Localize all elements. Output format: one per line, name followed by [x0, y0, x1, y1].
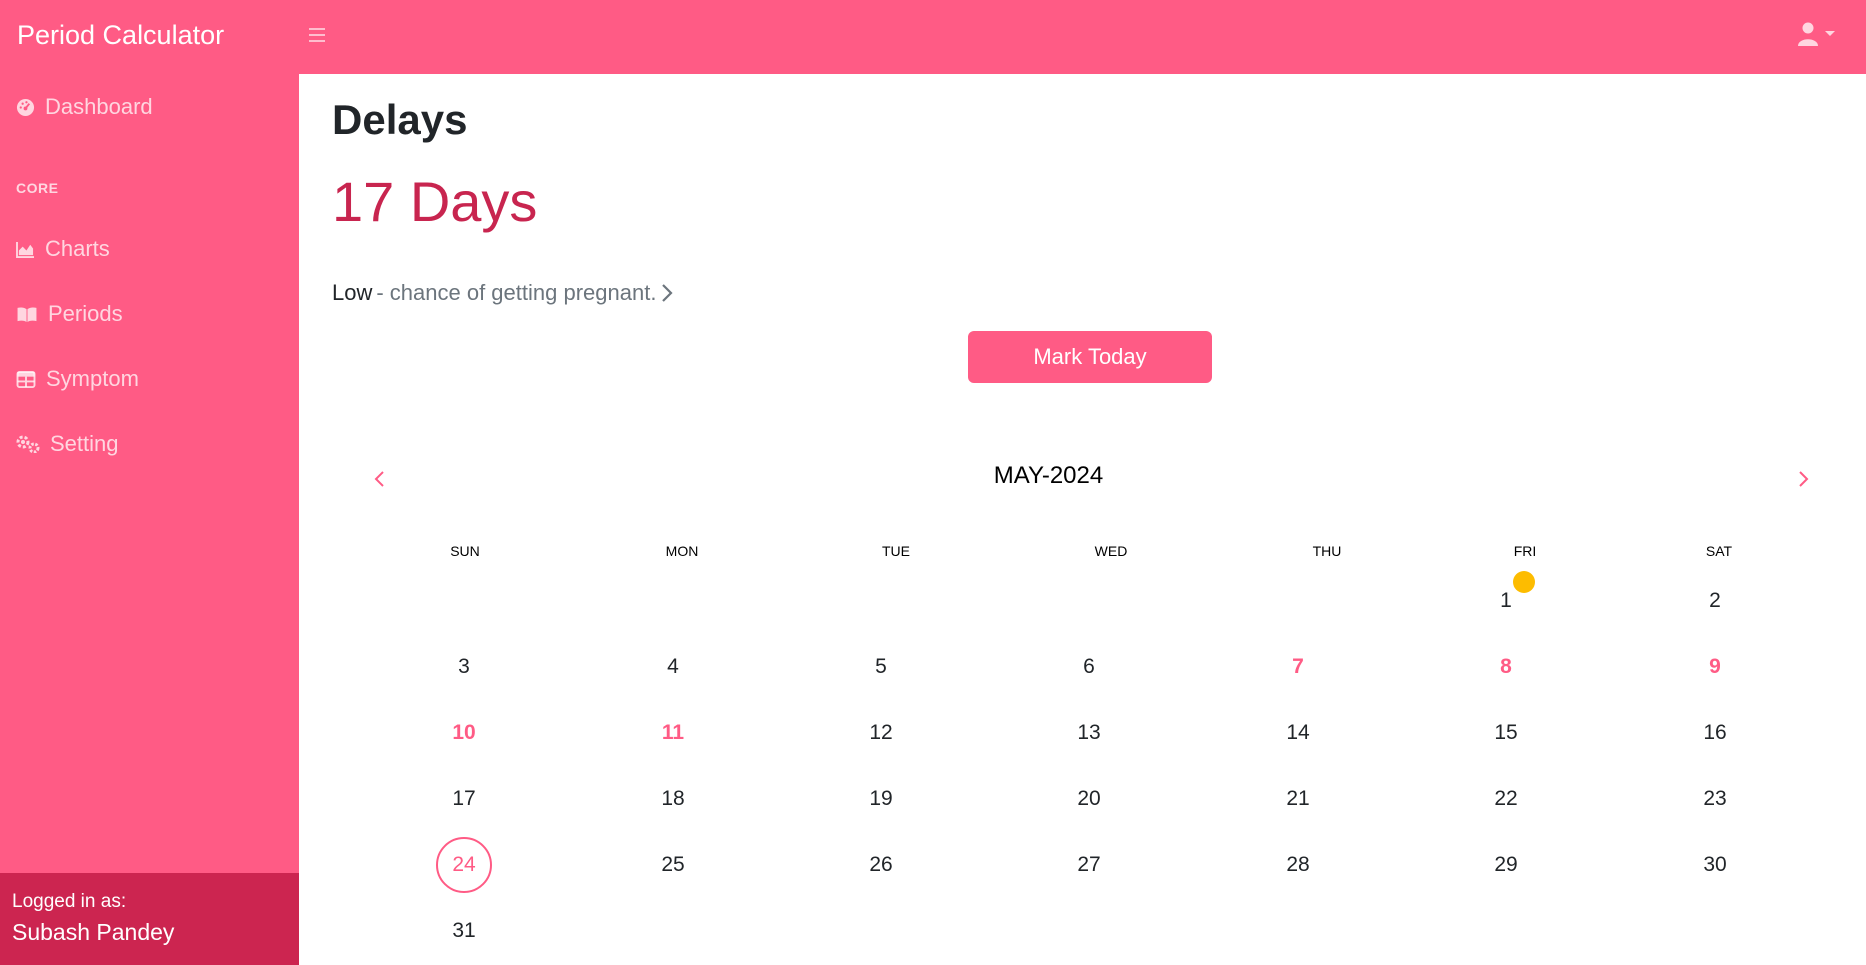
- calendar-day[interactable]: 11: [645, 705, 701, 761]
- caret-down-icon: [1825, 31, 1835, 36]
- sidebar-item-periods[interactable]: Periods: [16, 301, 123, 327]
- calendar-day[interactable]: 9: [1687, 639, 1743, 695]
- weekday-header: THU: [1312, 543, 1342, 559]
- sidebar-item-label: Periods: [48, 301, 123, 326]
- calendar-day[interactable]: 17: [436, 771, 492, 827]
- user-menu-dropdown[interactable]: [1798, 22, 1836, 46]
- calendar-day[interactable]: 12: [853, 705, 909, 761]
- calendar-day[interactable]: 21: [1270, 771, 1326, 827]
- weekday-header: FRI: [1513, 543, 1537, 559]
- calendar-day[interactable]: 31: [436, 903, 492, 959]
- calendar-day[interactable]: 13: [1061, 705, 1117, 761]
- section-heading-core: CORE: [16, 180, 59, 196]
- gears-icon: [16, 435, 40, 453]
- sidebar: Dashboard CORE Charts Periods Symptom Se…: [0, 74, 299, 965]
- calendar-month-title: MAY-2024: [993, 462, 1104, 489]
- sidebar-item-label: Symptom: [46, 366, 139, 391]
- sidebar-item-dashboard[interactable]: Dashboard: [16, 94, 153, 120]
- calendar-day[interactable]: 20: [1061, 771, 1117, 827]
- sidebar-item-setting[interactable]: Setting: [16, 431, 119, 457]
- calendar-day[interactable]: 5: [853, 639, 909, 695]
- table-icon: [16, 370, 36, 388]
- calendar-day[interactable]: 18: [645, 771, 701, 827]
- app-title[interactable]: Period Calculator: [17, 20, 224, 51]
- delay-value: 17 Days: [332, 170, 538, 233]
- sidebar-item-charts[interactable]: Charts: [16, 236, 110, 262]
- main-content: Delays 17 Days Low - chance of getting p…: [299, 74, 1866, 965]
- calendar-day[interactable]: 4: [645, 639, 701, 695]
- chevron-right-icon: [662, 284, 674, 302]
- chart-area-icon: [16, 241, 34, 258]
- calendar-day[interactable]: 19: [853, 771, 909, 827]
- sidebar-item-label: Dashboard: [45, 94, 153, 119]
- weekday-header: WED: [1094, 543, 1128, 559]
- calendar-day[interactable]: 2: [1687, 573, 1743, 629]
- calendar-day[interactable]: 7: [1270, 639, 1326, 695]
- event-marker-dot: [1513, 571, 1535, 593]
- sidebar-item-label: Setting: [50, 431, 119, 456]
- calendar-day[interactable]: 25: [645, 837, 701, 893]
- calendar-day[interactable]: 14: [1270, 705, 1326, 761]
- logged-in-label: Logged in as:: [12, 891, 127, 912]
- calendar-day[interactable]: 22: [1478, 771, 1534, 827]
- weekday-header: MON: [665, 543, 699, 559]
- dashboard-icon: [16, 98, 35, 116]
- calendar-day[interactable]: 29: [1478, 837, 1534, 893]
- logged-in-user-name: Subash Pandey: [12, 919, 175, 945]
- chance-text: - chance of getting pregnant.: [376, 280, 657, 305]
- user-icon: [1798, 22, 1818, 46]
- calendar-next-month-button[interactable]: [1789, 464, 1819, 494]
- calendar-day[interactable]: 15: [1478, 705, 1534, 761]
- weekday-header: SAT: [1705, 543, 1733, 559]
- sidebar-footer: Logged in as: Subash Pandey: [0, 873, 299, 965]
- page-title: Delays: [332, 96, 468, 143]
- calendar-day[interactable]: 10: [436, 705, 492, 761]
- pregnancy-chance-link[interactable]: Low - chance of getting pregnant.: [332, 280, 674, 306]
- chevron-right-icon: [1799, 471, 1809, 487]
- calendar-day[interactable]: 27: [1061, 837, 1117, 893]
- calendar-day[interactable]: 30: [1687, 837, 1743, 893]
- calendar-day[interactable]: 28: [1270, 837, 1326, 893]
- chance-level: Low: [332, 280, 373, 305]
- sidebar-item-symptom[interactable]: Symptom: [16, 366, 139, 392]
- calendar-day[interactable]: 23: [1687, 771, 1743, 827]
- book-open-icon: [17, 307, 37, 322]
- calendar-day[interactable]: 26: [853, 837, 909, 893]
- weekday-header: TUE: [882, 543, 910, 559]
- calendar-day[interactable]: 3: [436, 639, 492, 695]
- calendar-day-today[interactable]: 24: [436, 837, 492, 893]
- mark-today-button[interactable]: Mark Today: [968, 331, 1212, 383]
- calendar-day[interactable]: 16: [1687, 705, 1743, 761]
- weekday-header: SUN: [450, 543, 480, 559]
- sidebar-toggle-icon[interactable]: [309, 24, 329, 48]
- top-navbar: Period Calculator: [0, 0, 1866, 74]
- sidebar-item-label: Charts: [45, 236, 110, 261]
- calendar-day[interactable]: 6: [1061, 639, 1117, 695]
- calendar-day[interactable]: 8: [1478, 639, 1534, 695]
